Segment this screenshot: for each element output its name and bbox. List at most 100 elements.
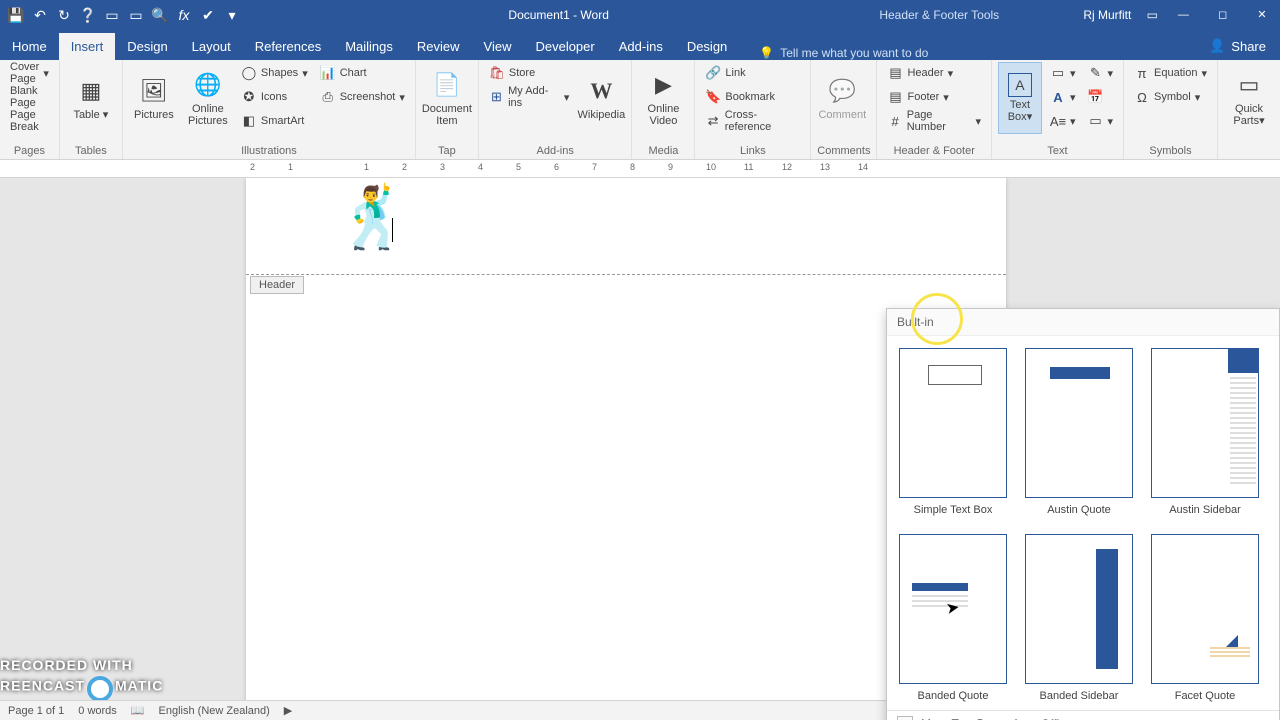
link-icon: 🔗 xyxy=(705,65,721,81)
tab-references[interactable]: References xyxy=(243,33,333,60)
group-header-footer: ▤Header ▾ ▤Footer ▾ #Page Number ▾ Heade… xyxy=(877,60,991,159)
comment-button[interactable]: 💬Comment xyxy=(817,62,867,134)
contextual-tools-title: Header & Footer Tools xyxy=(875,8,1075,22)
smartart-button[interactable]: ◧SmartArt xyxy=(237,110,312,132)
save-icon[interactable]: 💾 xyxy=(6,5,26,25)
cross-reference-button[interactable]: ⇄Cross-reference xyxy=(701,110,804,132)
group-text: AText Box▾ ▭▾ A▾ A≡▾ ✎▾ 📅 ▭▾ Text xyxy=(992,60,1124,159)
screenshot-button[interactable]: ⎙Screenshot ▾ xyxy=(316,86,409,108)
chart-button[interactable]: 📊Chart xyxy=(316,62,409,84)
restore-button[interactable]: ◻ xyxy=(1205,0,1241,30)
proofing-icon[interactable]: 📖 xyxy=(131,704,145,717)
online-video-button[interactable]: ▶Online Video xyxy=(638,62,688,134)
tab-mailings[interactable]: Mailings xyxy=(333,33,405,60)
group-tap: 📄Document Item Tap xyxy=(416,60,479,159)
new-doc-icon[interactable]: ▭ xyxy=(102,5,122,25)
icons-button[interactable]: ✪Icons xyxy=(237,86,312,108)
header-clipart[interactable]: 🕺 xyxy=(336,188,411,248)
find-icon[interactable]: 🔍 xyxy=(150,5,170,25)
tab-hf-design[interactable]: Design xyxy=(675,33,739,60)
gallery-item-facet-quote[interactable]: Facet Quote xyxy=(1151,534,1259,702)
group-media: ▶Online Video Media xyxy=(632,60,695,159)
text-cursor xyxy=(392,218,393,242)
cross-ref-icon: ⇄ xyxy=(705,113,720,129)
ribbon-tabs: Home Insert Design Layout References Mai… xyxy=(0,30,1280,60)
share-button[interactable]: 👤 Share xyxy=(1195,32,1280,60)
header-icon: ▤ xyxy=(887,65,903,81)
gallery-item-banded-quote[interactable]: Banded Quote xyxy=(899,534,1007,702)
tab-design[interactable]: Design xyxy=(115,33,179,60)
qat-more-icon[interactable]: ▾ xyxy=(222,5,242,25)
shapes-icon: ◯ xyxy=(241,65,257,81)
gallery-item-austin-quote[interactable]: Austin Quote xyxy=(1025,348,1133,516)
page-number-button[interactable]: #Page Number ▾ xyxy=(883,110,984,132)
cover-page-button[interactable]: Cover Page ▾ xyxy=(6,62,53,84)
group-addins: 🛍Store ⊞My Add-ins ▾ WWikipedia Add-ins xyxy=(479,60,633,159)
more-text-boxes-menuitem[interactable]: ▥More Text Boxes from Office.com xyxy=(887,711,1279,720)
video-icon: ▶ xyxy=(647,69,679,101)
header-tag: Header xyxy=(250,276,304,294)
user-name[interactable]: Rj Murfitt xyxy=(1075,8,1139,22)
icons-icon: ✪ xyxy=(241,89,257,105)
undo-icon[interactable]: ↶ xyxy=(30,5,50,25)
document-item-button[interactable]: 📄Document Item xyxy=(422,62,472,134)
screencast-watermark: RECORDED WITH REENCASTMATIC xyxy=(0,657,163,700)
language-indicator[interactable]: English (New Zealand) xyxy=(159,705,270,717)
account-icon[interactable]: ▭ xyxy=(1139,8,1165,22)
pictures-button[interactable]: 🖼Pictures xyxy=(129,62,179,134)
open-icon[interactable]: ▭ xyxy=(126,5,146,25)
bookmark-button[interactable]: 🔖Bookmark xyxy=(701,86,779,108)
macro-icon[interactable]: ▶ xyxy=(284,704,292,717)
wikipedia-icon: W xyxy=(585,75,617,107)
shapes-button[interactable]: ◯Shapes ▾ xyxy=(237,62,312,84)
footer-button[interactable]: ▤Footer ▾ xyxy=(883,86,952,108)
gallery-item-austin-sidebar[interactable]: Austin Sidebar xyxy=(1151,348,1259,516)
horizontal-ruler[interactable]: 211234567891011121314 xyxy=(0,160,1280,178)
link-button[interactable]: 🔗Link xyxy=(701,62,749,84)
tab-view[interactable]: View xyxy=(472,33,524,60)
store-button[interactable]: 🛍Store xyxy=(485,62,573,84)
minimize-button[interactable]: — xyxy=(1165,0,1201,30)
redo-icon[interactable]: ↻ xyxy=(54,5,74,25)
tab-developer[interactable]: Developer xyxy=(523,33,606,60)
word-count[interactable]: 0 words xyxy=(78,705,117,717)
my-addins-icon: ⊞ xyxy=(489,89,504,105)
symbol-button[interactable]: ΩSymbol ▾ xyxy=(1130,86,1204,108)
blank-page-button[interactable]: Blank Page xyxy=(6,86,53,108)
online-pictures-button[interactable]: 🌐Online Pictures xyxy=(183,62,233,134)
sig-line-mini[interactable]: ✎▾ xyxy=(1084,62,1118,84)
tell-me-box[interactable]: 💡 Tell me what you want to do xyxy=(759,46,1195,60)
object-mini[interactable]: ▭▾ xyxy=(1084,110,1118,132)
gallery-item-banded-sidebar[interactable]: Banded Sidebar xyxy=(1025,534,1133,702)
group-comments: 💬Comment Comments xyxy=(811,60,877,159)
dropcap-mini[interactable]: A≡▾ xyxy=(1046,110,1080,132)
date-time-mini[interactable]: 📅 xyxy=(1084,86,1118,108)
equation-button[interactable]: πEquation ▾ xyxy=(1130,62,1211,84)
quick-parts-mini[interactable]: ▭▾ xyxy=(1046,62,1080,84)
tab-addins[interactable]: Add-ins xyxy=(607,33,675,60)
tab-review[interactable]: Review xyxy=(405,33,472,60)
fx-icon[interactable]: fx xyxy=(174,5,194,25)
online-pictures-icon: 🌐 xyxy=(192,69,224,101)
page-break-button[interactable]: Page Break xyxy=(6,110,53,132)
tab-insert[interactable]: Insert xyxy=(59,33,116,60)
wordart-mini[interactable]: A▾ xyxy=(1046,86,1080,108)
share-icon: 👤 xyxy=(1209,38,1225,54)
quick-parts-button[interactable]: ▭Quick Parts▾ xyxy=(1224,62,1274,134)
help-icon[interactable]: ❔ xyxy=(78,5,98,25)
pictures-icon: 🖼 xyxy=(138,75,170,107)
tab-home[interactable]: Home xyxy=(0,33,59,60)
gallery-item-simple-text-box[interactable]: Simple Text Box xyxy=(899,348,1007,516)
wikipedia-button[interactable]: WWikipedia xyxy=(577,62,625,134)
group-quick-parts-big: ▭Quick Parts▾ xyxy=(1218,60,1280,159)
gallery-section-label: Built-in xyxy=(887,309,1279,336)
my-addins-button[interactable]: ⊞My Add-ins ▾ xyxy=(485,86,573,108)
header-button[interactable]: ▤Header ▾ xyxy=(883,62,957,84)
table-button[interactable]: ▦Table ▾ xyxy=(66,62,116,134)
text-box-button[interactable]: AText Box▾ xyxy=(998,62,1042,134)
close-button[interactable]: ✕ xyxy=(1244,0,1280,30)
page-indicator[interactable]: Page 1 of 1 xyxy=(8,705,64,717)
spell-icon[interactable]: ✔ xyxy=(198,5,218,25)
tab-layout[interactable]: Layout xyxy=(180,33,243,60)
text-box-gallery: Built-in Simple Text Box Austin Quote Au… xyxy=(886,308,1280,720)
